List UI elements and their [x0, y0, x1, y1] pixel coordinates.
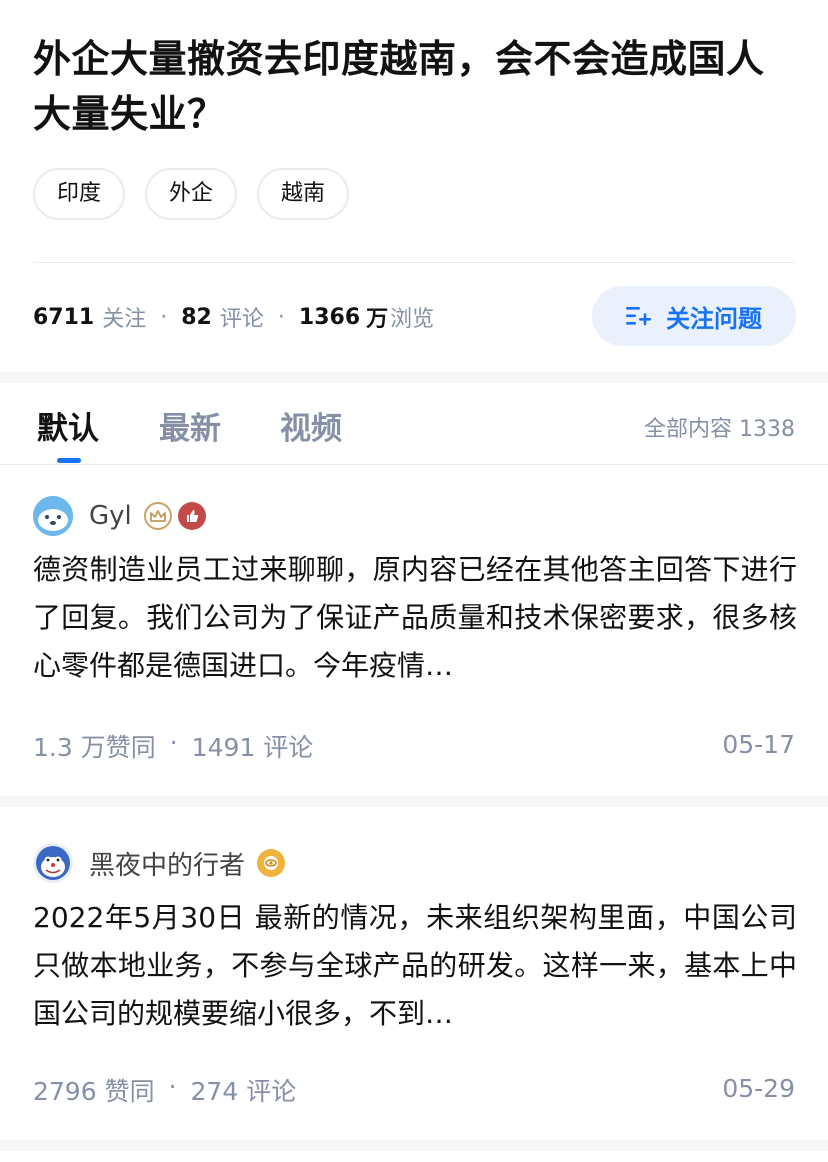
add-follow-icon — [626, 305, 652, 327]
topic-tag-foreign-enterprise[interactable]: 外企 — [145, 168, 238, 220]
section-gap — [0, 1140, 828, 1151]
thumbs-up-badge-icon[interactable] — [177, 502, 206, 530]
follow-question-label: 关注问题 — [666, 304, 762, 333]
answer-card[interactable]: Gyl 德资制造业员工过来聊聊，原内容已经在其他答主回答下进行了回复。我们公司为… — [0, 466, 828, 796]
answer-author-row: Gyl — [33, 496, 212, 536]
section-gap — [0, 796, 828, 807]
answer-date: 05-29 — [722, 1074, 795, 1103]
comment-count[interactable]: 274 评论 — [191, 1072, 297, 1108]
answer-date: 05-17 — [722, 730, 795, 759]
all-content-count[interactable]: 全部内容 1338 — [644, 411, 795, 443]
question-stats: 6711 关注 · 82 评论 · 1366 万 浏览 — [33, 300, 434, 334]
question-title[interactable]: 外企大量撤资去印度越南，会不会造成国人大量失业？ — [33, 32, 793, 142]
sort-tabs: 默认 最新 视频 全部内容 1338 — [0, 383, 828, 465]
views-unit: 万 — [366, 307, 389, 332]
comments-label[interactable]: 评论 — [220, 301, 264, 333]
author-name[interactable]: Gyl — [89, 501, 132, 531]
dot-separator: · — [160, 304, 168, 330]
crown-badge-icon[interactable] — [143, 502, 172, 530]
avatar[interactable] — [33, 843, 73, 883]
comment-count[interactable]: 1491 评论 — [192, 728, 314, 764]
views-label: 浏览 — [390, 307, 435, 332]
tab-video[interactable]: 视频 — [280, 403, 342, 448]
answer-meta: 2796 赞同 · 274 评论 — [33, 1072, 296, 1108]
answer-excerpt[interactable]: 德资制造业员工过来聊聊，原内容已经在其他答主回答下进行了回复。我们公司为了保证产… — [33, 546, 797, 690]
followers-count: 6711 — [33, 304, 95, 330]
tab-latest[interactable]: 最新 — [159, 403, 221, 448]
answer-excerpt[interactable]: 2022年5月30日 最新的情况，未来组织架构里面，中国公司只做本地业务，不参与… — [33, 894, 797, 1038]
topic-tag-india[interactable]: 印度 — [33, 168, 126, 220]
divider — [33, 262, 795, 263]
topic-tag-vietnam[interactable]: 越南 — [257, 168, 350, 220]
dot-separator: · — [169, 728, 178, 757]
author-name[interactable]: 黑夜中的行者 — [89, 845, 245, 882]
topic-tags: 印度 外企 越南 — [33, 168, 369, 220]
dot-separator: · — [168, 1072, 177, 1101]
followers-label: 关注 — [102, 307, 147, 332]
comments-count[interactable]: 82 — [181, 305, 212, 330]
dot-separator: · — [277, 304, 285, 330]
views-count: 1366 — [298, 304, 361, 330]
vote-count: 2796 赞同 — [33, 1077, 155, 1106]
answer-author-row: 黑夜中的行者 — [33, 843, 291, 883]
vote-count: 1.3 万赞同 — [33, 733, 156, 762]
follow-question-button[interactable]: 关注问题 — [592, 286, 796, 346]
answer-meta: 1.3 万赞同 · 1491 评论 — [33, 728, 313, 764]
answer-card[interactable]: 黑夜中的行者 2022年5月30日 最新的情况，未来组织架构里面，中国公司只做本… — [0, 807, 828, 1137]
section-gap — [0, 372, 828, 383]
active-tab-indicator — [57, 458, 81, 463]
tab-default[interactable]: 默认 — [37, 403, 99, 448]
eye-badge-icon[interactable] — [257, 849, 286, 877]
question-card: 外企大量撤资去印度越南，会不会造成国人大量失业？ 印度 外企 越南 6711 关… — [0, 0, 828, 372]
avatar[interactable] — [33, 496, 73, 536]
